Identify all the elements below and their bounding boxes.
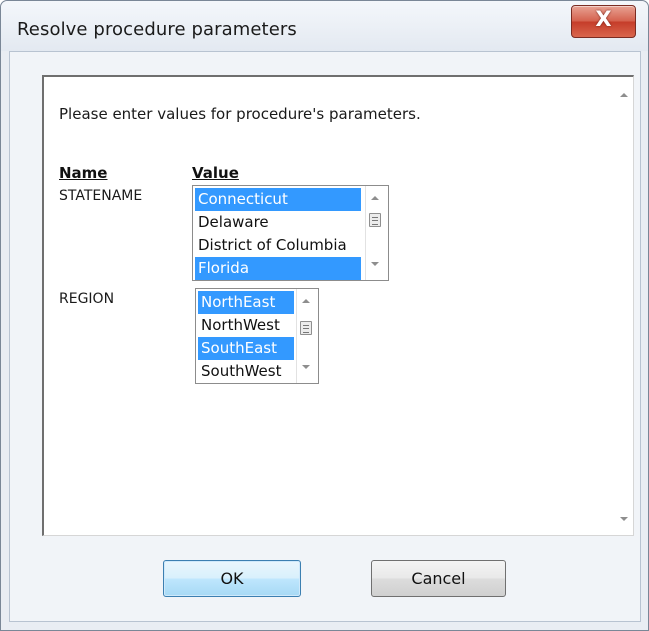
list-item[interactable]: Connecticut [195,188,361,211]
list-item[interactable]: NorthEast [198,291,294,314]
dialog-window: Resolve procedure parameters X Please en… [0,0,649,631]
dialog-content: Please enter values for procedure's para… [9,51,641,622]
scroll-up-arrow-icon[interactable] [371,196,379,200]
intro-text: Please enter values for procedure's para… [59,105,421,123]
region-listbox[interactable]: NorthEast NorthWest SouthEast SouthWest [195,288,319,384]
statename-listbox[interactable]: Connecticut Delaware District of Columbi… [192,185,389,281]
param-name-statename: STATENAME [59,188,143,204]
scroll-down-arrow-icon[interactable] [302,365,310,369]
window-title: Resolve procedure parameters [17,19,297,40]
close-icon: X [595,7,612,31]
value-column-header: Value [192,164,239,182]
parameters-panel: Please enter values for procedure's para… [42,75,634,536]
cancel-button[interactable]: Cancel [371,560,506,597]
scroll-thumb-grip-icon[interactable] [300,321,312,335]
panel-scrollbar[interactable] [615,77,633,535]
scroll-up-arrow-icon[interactable] [302,299,310,303]
scroll-up-arrow-icon[interactable] [620,93,628,97]
scroll-thumb-grip-icon[interactable] [369,213,381,227]
region-scrollbar[interactable] [296,289,318,383]
title-bar[interactable]: Resolve procedure parameters X [1,1,648,51]
list-item[interactable]: Delaware [195,211,361,234]
list-item[interactable]: SouthWest [198,360,294,383]
statename-scrollbar[interactable] [365,186,388,280]
list-item[interactable]: Florida [195,257,361,280]
name-column-header: Name [59,164,108,182]
param-name-region: REGION [59,291,115,307]
list-item[interactable]: SouthEast [198,337,294,360]
scroll-down-arrow-icon[interactable] [620,517,628,521]
list-item[interactable]: District of Columbia [195,234,361,257]
list-item[interactable]: NorthWest [198,314,294,337]
scroll-down-arrow-icon[interactable] [371,262,379,266]
close-button[interactable]: X [571,5,636,38]
ok-button[interactable]: OK [163,560,301,597]
